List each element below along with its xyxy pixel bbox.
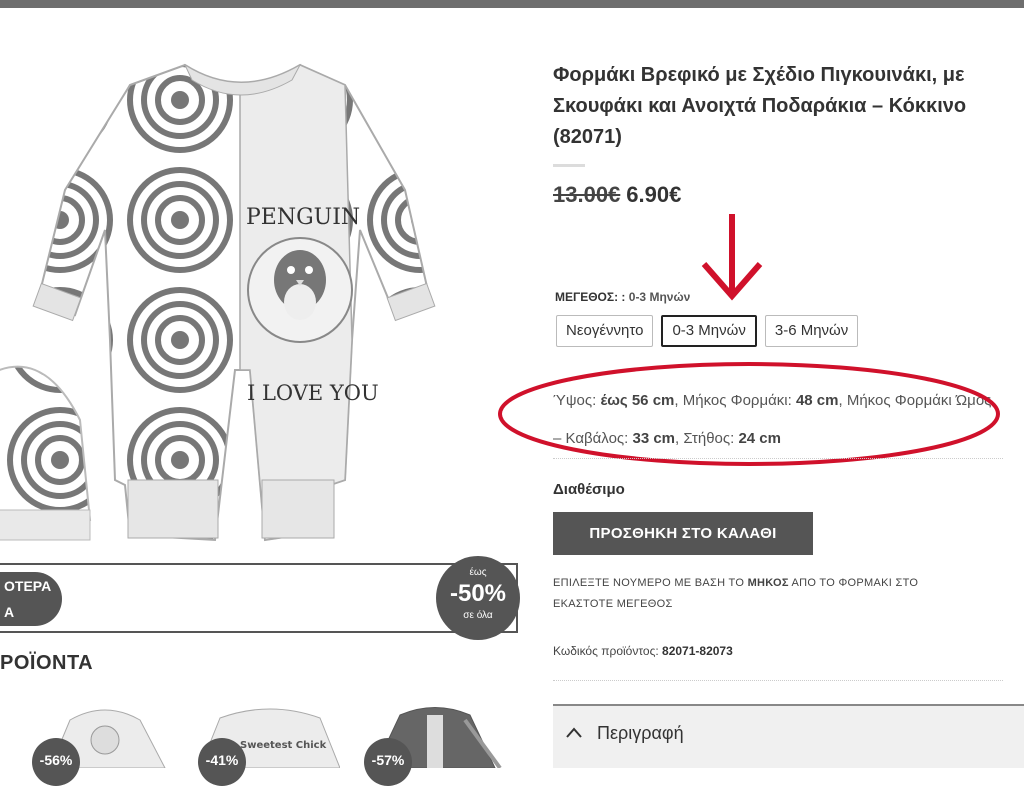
- promo-pill-line2: Α: [4, 604, 15, 620]
- onesie-illustration: PENGUIN I LOVE YOU: [0, 63, 436, 542]
- add-to-cart-button[interactable]: ΠΡΟΣΘΗΚΗ ΣΤΟ ΚΑΛΑΘΙ: [553, 512, 813, 555]
- size-option-0-3-months[interactable]: 0-3 Μηνών: [661, 315, 757, 347]
- product-title: Φορμάκι Βρεφικό με Σχέδιο Πιγκουινάκι, μ…: [553, 64, 967, 148]
- related-discount-badge: -56%: [32, 738, 80, 786]
- size-option-3-6-months[interactable]: 3-6 Μηνών: [764, 315, 859, 347]
- description-tab-label: Περιγραφή: [597, 723, 684, 743]
- related-discount-badge: -41%: [198, 738, 246, 786]
- size-option-newborn[interactable]: Νεογέννητο: [556, 315, 654, 347]
- related-products-title: ΡΟΪΟΝΤΑ: [0, 652, 94, 674]
- title-divider: [553, 164, 585, 167]
- related-discount-badge: -57%: [364, 738, 412, 786]
- chevron-up-icon: [566, 727, 582, 738]
- size-options: Νεογέννητο 0-3 Μηνών 3-6 Μηνών: [556, 315, 859, 347]
- description-accordion[interactable]: Περιγραφή: [553, 704, 1024, 768]
- size-note: ΕΠΙΛΕΞΤΕ ΝΟΥΜΕΡΟ ΜΕ ΒΑΣΗ ΤΟ ΜΗΚΟΣ ΑΠΟ ΤΟ…: [553, 573, 973, 615]
- promo-pill[interactable]: ΟΤΕΡΑ Α: [0, 572, 62, 626]
- annotation-ellipse: [498, 362, 1000, 466]
- annotation-arrow-down-icon: [701, 214, 763, 301]
- related-print-text: Sweetest Chick: [240, 740, 327, 751]
- promo-pill-line1: ΟΤΕΡΑ: [4, 578, 52, 594]
- product-code-value: 82071-82073: [662, 644, 733, 658]
- size-note-bold: ΜΗΚΟΣ: [747, 577, 789, 589]
- discount-badge-bottom: σε όλα: [463, 610, 493, 621]
- product-code-label: Κωδικός προϊόντος:: [553, 644, 663, 658]
- price: 13.00€ 6.90€: [553, 182, 681, 208]
- price-old: 13.00€: [553, 182, 621, 207]
- size-note-text-1: ΕΠΙΛΕΞΤΕ ΝΟΥΜΕΡΟ ΜΕ ΒΑΣΗ ΤΟ: [553, 577, 748, 589]
- discount-badge-top: έως: [469, 567, 487, 578]
- separator: [553, 680, 1003, 681]
- price-new: 6.90€: [626, 182, 682, 207]
- size-label-text: ΜΕΓΕΘΟΣ: :: [555, 290, 626, 304]
- separator: [553, 458, 1003, 459]
- product-code: Κωδικός προϊόντος: 82071-82073: [553, 644, 733, 658]
- penguin-print-text: PENGUIN: [246, 205, 360, 230]
- size-label: ΜΕΓΕΘΟΣ: : 0-3 Μηνών: [555, 290, 690, 304]
- product-image[interactable]: PENGUIN I LOVE YOU: [0, 40, 540, 560]
- availability-status: Διαθέσιμο: [553, 481, 625, 498]
- top-bar: [0, 0, 1024, 8]
- love-print-text: I LOVE YOU: [247, 381, 379, 405]
- size-selected-value: 0-3 Μηνών: [628, 290, 691, 304]
- discount-badge: έως -50% σε όλα: [436, 556, 520, 640]
- discount-badge-value: -50%: [449, 580, 507, 607]
